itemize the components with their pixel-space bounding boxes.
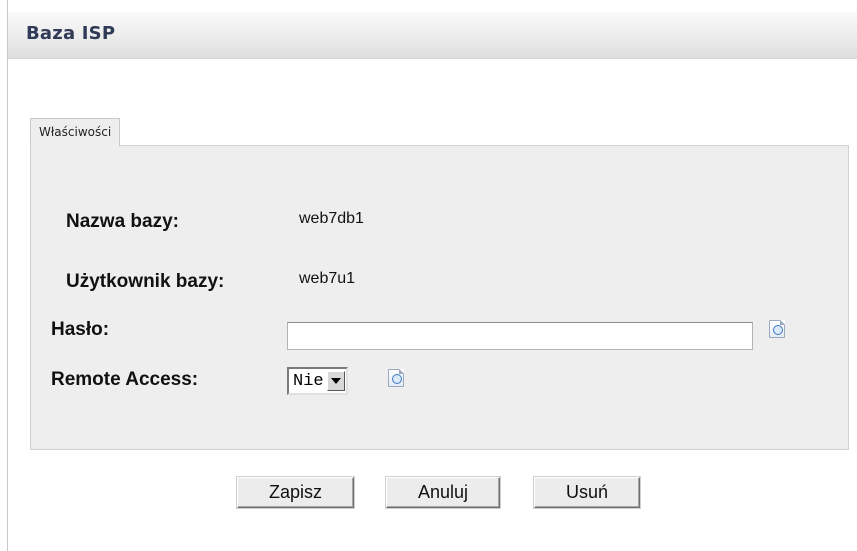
db-name-value: web7db1	[299, 210, 364, 227]
info-icon[interactable]	[388, 369, 404, 387]
db-name-label: Nazwa bazy:	[66, 211, 179, 232]
chevron-down-icon[interactable]	[326, 371, 345, 391]
db-user-value: web7u1	[299, 270, 356, 287]
info-icon-glyph	[773, 325, 783, 335]
db-user-label: Użytkownik bazy:	[66, 271, 225, 292]
remote-access-label: Remote Access:	[51, 369, 199, 390]
info-icon[interactable]	[769, 320, 785, 338]
remote-access-selected-value: Nie	[293, 371, 324, 391]
info-icon-fold	[399, 369, 404, 374]
save-button[interactable]: Zapisz	[237, 477, 354, 508]
cancel-button[interactable]: Anuluj	[386, 477, 500, 508]
properties-panel	[30, 145, 849, 450]
remote-access-select[interactable]: Nie	[287, 367, 348, 395]
tab-properties[interactable]: Właściwości	[30, 118, 121, 146]
password-field[interactable]	[287, 322, 753, 350]
info-icon-glyph	[392, 374, 402, 384]
page-header	[8, 12, 857, 59]
delete-button[interactable]: Usuń	[534, 477, 640, 508]
page-title: Baza ISP	[26, 23, 116, 44]
page-left-border	[7, 0, 8, 551]
password-label: Hasło:	[51, 319, 110, 340]
info-icon-fold	[780, 320, 785, 325]
